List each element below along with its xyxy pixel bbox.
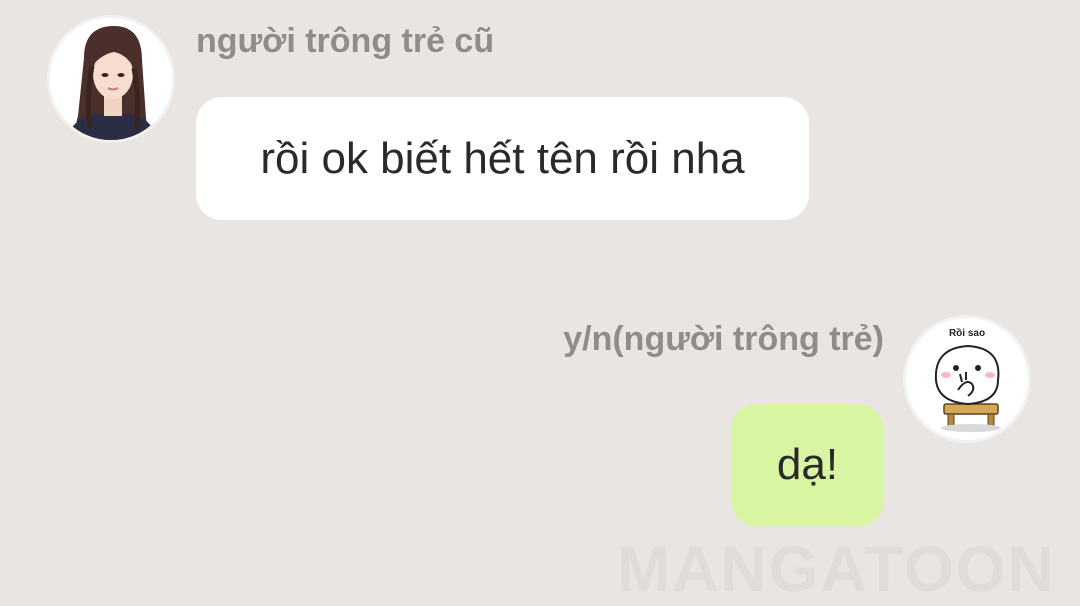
sticker-caption: Rồi sao <box>948 328 986 339</box>
message-text: dạ! <box>776 440 839 489</box>
message-text: rồi ok biết hết tên rồi nha <box>260 133 745 183</box>
message-bubble-incoming[interactable]: rồi ok biết hết tên rồi nha <box>196 97 809 220</box>
watermark-logo: MANGATOON <box>617 533 1056 605</box>
message-bubble-outgoing[interactable]: dạ! <box>731 404 884 526</box>
avatar-yn-babysitter[interactable]: Rồi sao <box>903 315 1031 443</box>
sender-name-yn-babysitter: y/n(người trông trẻ) <box>563 320 884 358</box>
long-haired-woman-icon <box>50 18 172 140</box>
avatar-former-babysitter[interactable] <box>47 15 175 143</box>
sender-name-former-babysitter: người trông trẻ cũ <box>196 22 495 60</box>
